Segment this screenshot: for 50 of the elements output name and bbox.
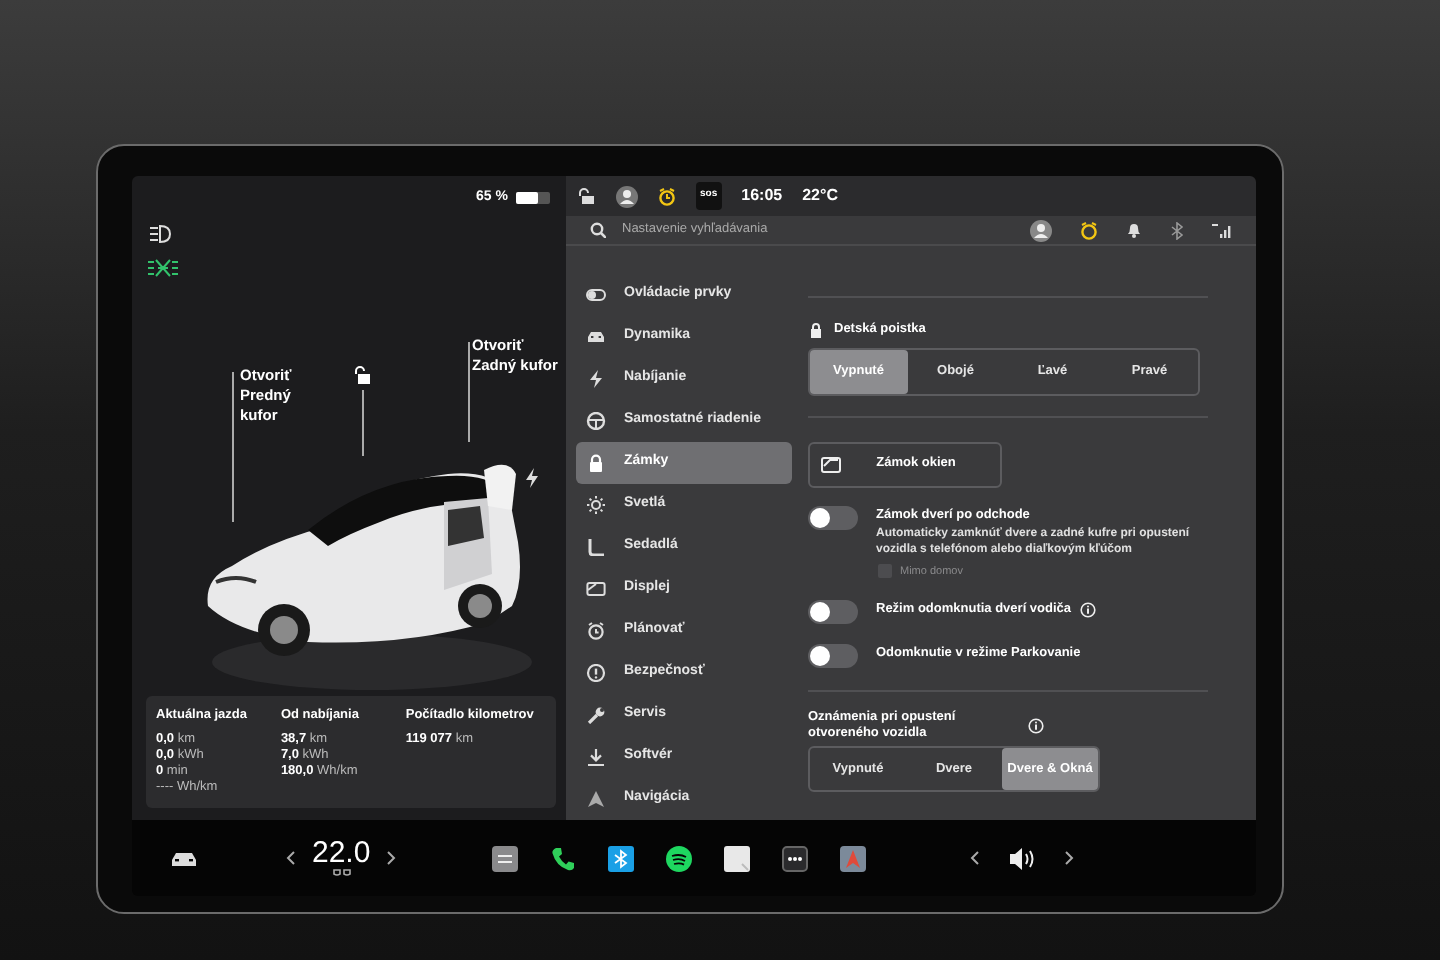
info-icon[interactable] — [1028, 718, 1044, 734]
car-icon[interactable] — [170, 848, 198, 868]
headlight-icon — [148, 222, 172, 246]
chevron-left-icon[interactable] — [970, 850, 981, 866]
toggle-switch[interactable] — [808, 600, 858, 624]
leader-line — [362, 390, 364, 456]
volume-icon[interactable] — [1008, 845, 1037, 871]
unlocked-padlock-icon[interactable] — [578, 187, 596, 205]
notes-app-icon[interactable] — [492, 845, 519, 871]
steering-wheel-icon — [586, 412, 606, 430]
unlocked-padlock-icon[interactable] — [352, 366, 372, 386]
parking-lights-icon — [148, 256, 178, 280]
seat-icon — [586, 538, 606, 556]
toggle-switch[interactable] — [808, 644, 858, 668]
clock-time: 16:05 — [741, 184, 783, 208]
navigation-arrow-icon — [586, 790, 606, 808]
bluetooth-icon[interactable] — [608, 845, 635, 871]
seat-heater-icon[interactable] — [331, 868, 352, 878]
navigation-app-icon[interactable] — [840, 845, 867, 871]
chevron-right-icon[interactable] — [1064, 850, 1075, 866]
alarm-clock-icon[interactable] — [1080, 221, 1098, 239]
leader-line — [468, 342, 470, 442]
battery-icon — [516, 192, 550, 205]
toggle-icon — [586, 286, 606, 304]
download-icon — [586, 748, 606, 766]
bell-icon[interactable] — [1126, 222, 1142, 238]
chevron-right-icon[interactable] — [386, 850, 397, 866]
search-icon — [590, 222, 606, 238]
alarm-clock-icon[interactable] — [658, 187, 676, 205]
phone-icon[interactable] — [550, 845, 577, 871]
padlock-icon — [586, 454, 606, 472]
profile-icon[interactable] — [1030, 219, 1052, 241]
lightning-icon[interactable] — [524, 468, 540, 488]
sun-icon — [586, 496, 606, 514]
padlock-icon — [808, 321, 824, 338]
cabin-temperature: 22.0 — [312, 838, 371, 868]
outside-temperature: 22°C — [802, 184, 838, 208]
profile-icon[interactable] — [616, 185, 638, 207]
info-icon[interactable] — [1079, 602, 1096, 618]
display-icon — [586, 580, 606, 598]
music-app-icon[interactable] — [666, 845, 693, 871]
car-icon — [586, 328, 606, 346]
chevron-left-icon[interactable] — [286, 850, 296, 866]
car-window-icon — [820, 454, 842, 475]
toggle-switch[interactable] — [808, 505, 858, 530]
alarm-clock-icon — [586, 622, 606, 640]
more-apps-icon[interactable] — [782, 845, 809, 871]
signal-icon — [1212, 221, 1232, 239]
wrench-icon — [586, 706, 606, 724]
lightning-icon — [586, 370, 606, 388]
